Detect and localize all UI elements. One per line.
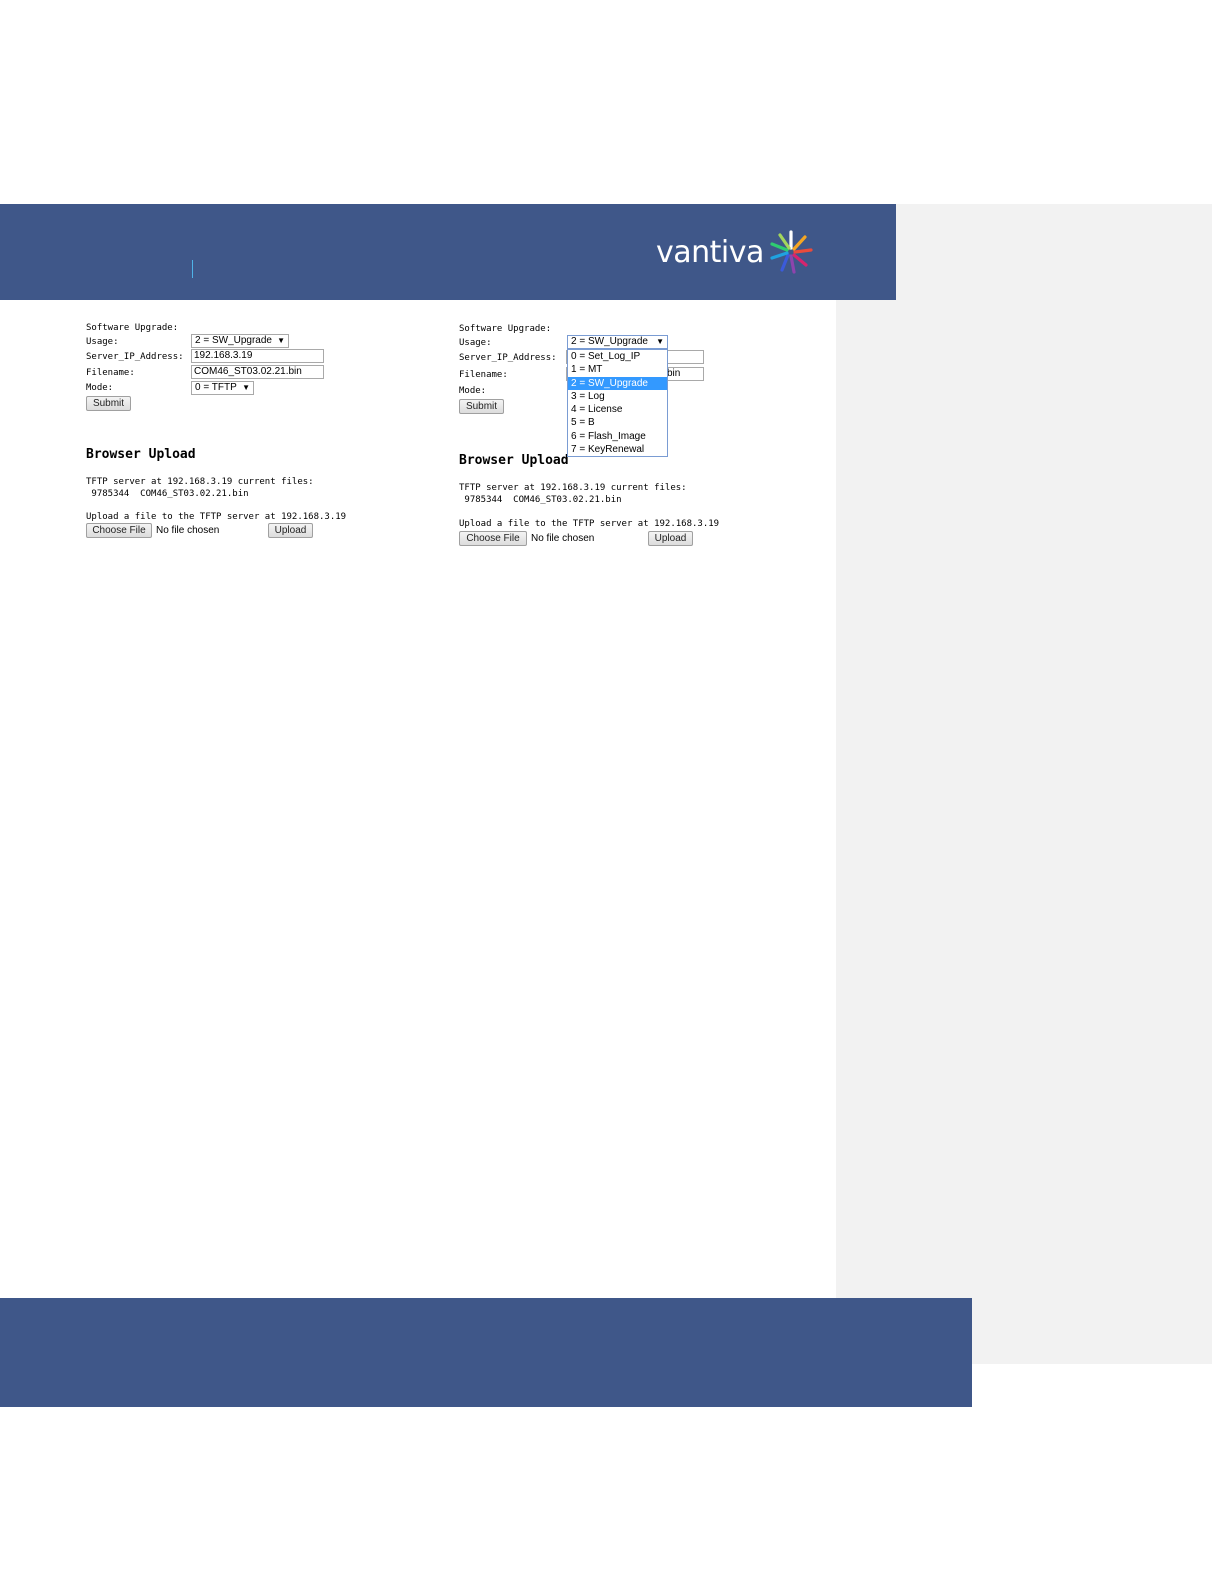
usage-select-open[interactable]: 2 = SW_Upgrade ▼ (567, 335, 668, 349)
filename-input[interactable]: COM46_ST03.02.21.bin (191, 365, 324, 379)
usage-dropdown-list: 0 = Set_Log_IP 1 = MT 2 = SW_Upgrade 3 =… (567, 349, 668, 457)
usage-label: Usage: (86, 337, 119, 347)
browser-upload-title: Browser Upload (459, 453, 569, 468)
usage-select[interactable]: 2 = SW_Upgrade ▼ (191, 334, 289, 348)
server-ip-input[interactable]: 192.168.3.19 (191, 349, 324, 363)
choose-file-button[interactable]: Choose File (459, 531, 527, 546)
dropdown-option[interactable]: 3 = Log (568, 390, 667, 403)
chevron-down-icon: ▼ (277, 336, 285, 345)
filename-label: Filename: (86, 368, 135, 378)
choose-file-button[interactable]: Choose File (86, 523, 152, 538)
file-entry: 9785344 COM46_ST03.02.21.bin (86, 489, 249, 499)
logo-starburst-icon (770, 230, 813, 274)
mode-select-value: 0 = TFTP (195, 382, 237, 393)
upload-prompt: Upload a file to the TFTP server at 192.… (459, 519, 720, 529)
no-file-text: No file chosen (156, 525, 220, 536)
dropdown-option[interactable]: 7 = KeyRenewal (568, 443, 667, 456)
submit-button[interactable]: Submit (459, 399, 504, 414)
usage-select-value: 2 = SW_Upgrade (571, 336, 648, 347)
filename-partial-value: bin (667, 368, 681, 379)
dropdown-option[interactable]: 1 = MT (568, 363, 667, 376)
header-divider (192, 260, 193, 278)
mode-select[interactable]: 0 = TFTP ▼ (191, 381, 254, 395)
dropdown-option[interactable]: 6 = Flash_Image (568, 430, 667, 443)
chevron-down-icon: ▼ (242, 383, 250, 392)
file-entry: 9785344 COM46_ST03.02.21.bin (459, 495, 622, 505)
usage-select-value: 2 = SW_Upgrade (195, 335, 272, 346)
software-upgrade-label: Software Upgrade: (86, 323, 179, 333)
dropdown-option[interactable]: 4 = License (568, 403, 667, 416)
vantiva-logo: vantiva (656, 228, 814, 276)
upload-button[interactable]: Upload (648, 531, 693, 546)
software-upgrade-label: Software Upgrade: (459, 324, 552, 334)
server-ip-label: Server_IP_Address: (86, 352, 184, 362)
submit-button[interactable]: Submit (86, 396, 131, 411)
usage-label: Usage: (459, 338, 492, 348)
dropdown-option-selected[interactable]: 2 = SW_Upgrade (568, 376, 667, 390)
tftp-files-text: TFTP server at 192.168.3.19 current file… (459, 483, 687, 493)
filename-label: Filename: (459, 370, 508, 380)
dropdown-option[interactable]: 5 = B (568, 416, 667, 429)
server-ip-label: Server_IP_Address: (459, 353, 557, 363)
side-panel (836, 204, 1212, 1364)
tftp-files-text: TFTP server at 192.168.3.19 current file… (86, 477, 314, 487)
logo-wordmark: vantiva (656, 234, 764, 270)
mode-label: Mode: (459, 386, 487, 396)
upload-button[interactable]: Upload (268, 523, 313, 538)
browser-upload-title: Browser Upload (86, 447, 196, 462)
mode-label: Mode: (86, 383, 114, 393)
chevron-down-icon: ▼ (656, 337, 664, 346)
upload-prompt: Upload a file to the TFTP server at 192.… (86, 512, 347, 522)
dropdown-option[interactable]: 0 = Set_Log_IP (568, 350, 667, 363)
footer-band (0, 1298, 972, 1407)
no-file-text: No file chosen (531, 533, 595, 544)
